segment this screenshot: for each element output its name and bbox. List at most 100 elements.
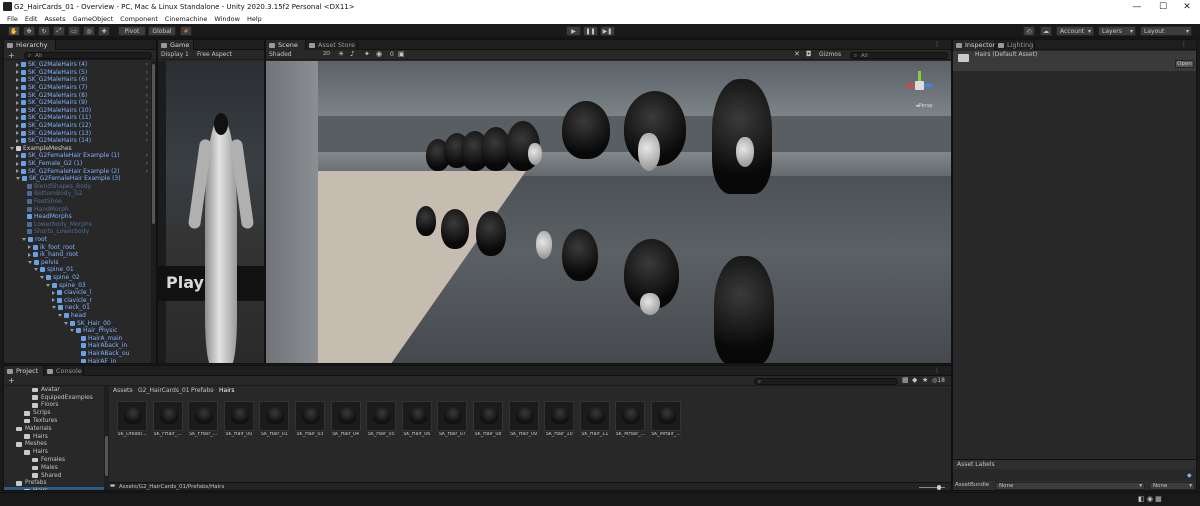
expanded-arrow-icon[interactable] bbox=[40, 276, 44, 280]
expand-arrow-icon[interactable] bbox=[52, 290, 55, 295]
aspect-dropdown[interactable]: Free Aspect bbox=[197, 51, 232, 58]
asset-thumbnail[interactable] bbox=[579, 401, 610, 431]
expand-arrow-icon[interactable] bbox=[16, 62, 19, 67]
status-icons[interactable]: ◧ ◉ ▦ bbox=[1138, 495, 1162, 503]
transform-tool-icon[interactable]: ◎ bbox=[83, 26, 95, 36]
hierarchy-row[interactable]: HairAback_in bbox=[4, 342, 150, 350]
hierarchy-row[interactable]: HeadMorphs bbox=[4, 213, 150, 221]
icon-size-slider-thumb[interactable] bbox=[937, 485, 941, 490]
lighting-tab[interactable]: Lighting bbox=[995, 40, 1035, 50]
game-tab[interactable]: Game bbox=[158, 40, 194, 50]
hierarchy-scroll-thumb[interactable] bbox=[152, 64, 155, 224]
step-button[interactable]: ▶❚ bbox=[600, 26, 615, 36]
scale-tool-icon[interactable]: ⤢ bbox=[53, 26, 65, 36]
expanded-arrow-icon[interactable] bbox=[70, 329, 74, 333]
rotate-tool-icon[interactable]: ↻ bbox=[38, 26, 50, 36]
hidden-objects-icon[interactable]: ◉ bbox=[376, 50, 382, 58]
global-toggle[interactable]: Global bbox=[148, 26, 176, 36]
menu-help[interactable]: Help bbox=[247, 15, 262, 23]
menu-component[interactable]: Component bbox=[120, 15, 158, 23]
hand-tool-icon[interactable]: ✋ bbox=[8, 26, 20, 36]
expanded-arrow-icon[interactable] bbox=[28, 260, 32, 264]
hierarchy-row[interactable]: pelvis bbox=[4, 259, 150, 267]
prefab-open-icon[interactable]: › bbox=[146, 69, 148, 76]
hierarchy-row[interactable]: SK_G2FemaleHair Example (2) › bbox=[4, 167, 150, 175]
prefab-open-icon[interactable]: › bbox=[146, 76, 148, 83]
expand-arrow-icon[interactable] bbox=[16, 123, 19, 128]
scene-2d-toggle[interactable]: 2D bbox=[323, 51, 330, 57]
hierarchy-row[interactable]: Shorts_Lowerbody bbox=[4, 228, 150, 236]
prefab-open-icon[interactable]: › bbox=[146, 168, 148, 175]
prefab-open-icon[interactable]: › bbox=[146, 114, 148, 121]
expand-arrow-icon[interactable] bbox=[16, 115, 19, 120]
expand-arrow-icon[interactable] bbox=[16, 70, 19, 75]
asset-label[interactable]: SK_Hair_10 bbox=[543, 432, 575, 437]
play-button[interactable]: ▶ bbox=[566, 26, 581, 36]
expand-arrow-icon[interactable] bbox=[16, 100, 19, 105]
prefab-open-icon[interactable]: › bbox=[146, 107, 148, 114]
orientation-gizmo[interactable] bbox=[906, 71, 934, 99]
menu-cinemachine[interactable]: Cinemachine bbox=[165, 15, 207, 23]
asset-thumbnail[interactable] bbox=[117, 401, 147, 431]
expand-arrow-icon[interactable] bbox=[16, 77, 19, 82]
asset-label[interactable]: SK_Hair_01 bbox=[258, 432, 290, 437]
hierarchy-row[interactable]: FeetShoe bbox=[4, 198, 150, 206]
expanded-arrow-icon[interactable] bbox=[64, 321, 68, 325]
layout-dropdown[interactable]: Layout ▾ bbox=[1140, 26, 1192, 36]
hierarchy-row[interactable]: SK_G2MaleHairs (5) › bbox=[4, 69, 150, 77]
asset-label[interactable]: SK_Hair_11 bbox=[579, 432, 611, 437]
effects-toggle-icon[interactable]: ✦ bbox=[364, 50, 370, 58]
asset-thumbnail[interactable] bbox=[651, 401, 681, 431]
expanded-arrow-icon[interactable] bbox=[52, 306, 56, 310]
variant-dropdown[interactable]: None ▾ bbox=[1149, 482, 1195, 490]
expanded-arrow-icon[interactable] bbox=[16, 177, 20, 181]
gizmos-dropdown[interactable]: Gizmos bbox=[819, 51, 841, 58]
asset-label[interactable]: SK_Dreadl... bbox=[116, 432, 148, 437]
custom-tool-icon[interactable]: ✚ bbox=[98, 26, 110, 36]
menu-file[interactable]: File bbox=[7, 15, 18, 23]
asset-thumbnail[interactable] bbox=[330, 401, 361, 431]
asset-thumbnail[interactable] bbox=[223, 401, 254, 431]
hierarchy-row[interactable]: SK_G2MaleHairs (4) › bbox=[4, 61, 150, 69]
hierarchy-row[interactable]: spine_01 bbox=[4, 266, 150, 274]
asset-thumbnail[interactable] bbox=[295, 401, 325, 431]
prefab-open-icon[interactable]: › bbox=[146, 84, 148, 91]
expand-arrow-icon[interactable] bbox=[16, 153, 19, 158]
maximize-button[interactable]: ☐ bbox=[1150, 0, 1176, 14]
account-dropdown[interactable]: Account ▾ bbox=[1056, 26, 1094, 36]
hierarchy-row[interactable]: SK_G2FemaleHair Example (1) › bbox=[4, 152, 150, 160]
expand-arrow-icon[interactable] bbox=[16, 131, 19, 136]
asset-label[interactable]: SK_FHair_... bbox=[152, 432, 184, 437]
camera-settings-icon[interactable]: ▣ bbox=[398, 50, 405, 58]
gizmo-center[interactable] bbox=[915, 81, 924, 90]
hierarchy-row[interactable]: SK_Hair_00 bbox=[4, 319, 150, 327]
hierarchy-row[interactable]: SK_G2MaleHairs (12) › bbox=[4, 122, 150, 130]
asset-label[interactable]: SK_MHair_... bbox=[614, 432, 646, 437]
rect-tool-icon[interactable]: ▭ bbox=[68, 26, 80, 36]
snap-icon[interactable]: # bbox=[180, 26, 192, 36]
expanded-arrow-icon[interactable] bbox=[46, 283, 50, 287]
hierarchy-row[interactable]: SK_Female_G2 (1) › bbox=[4, 160, 150, 168]
scene-search-input[interactable]: ⌕ All bbox=[850, 51, 948, 59]
prefab-open-icon[interactable]: › bbox=[146, 99, 148, 106]
scene-tab[interactable]: Scene bbox=[266, 40, 306, 50]
hierarchy-row[interactable]: ik_hand_root bbox=[4, 251, 150, 259]
hierarchy-row[interactable]: spine_02 bbox=[4, 274, 150, 282]
display-dropdown[interactable]: Display 1 bbox=[161, 51, 189, 58]
hierarchy-row[interactable]: neck_01 bbox=[4, 304, 150, 312]
game-view[interactable]: Play o bbox=[158, 61, 264, 363]
asset-thumbnail[interactable] bbox=[544, 401, 575, 431]
asset-label[interactable]: SK_Hair_07 bbox=[436, 432, 468, 437]
icon-size-slider[interactable] bbox=[919, 485, 945, 490]
asset-label[interactable]: SK_Hair_05 bbox=[365, 432, 397, 437]
assetbundle-dropdown[interactable]: None ▾ bbox=[995, 482, 1145, 490]
prefab-open-icon[interactable]: › bbox=[146, 122, 148, 129]
audio-toggle-icon[interactable]: ♪ bbox=[350, 50, 354, 58]
hierarchy-search-input[interactable]: ⌕ All bbox=[24, 51, 152, 59]
pivot-toggle[interactable]: Pivot bbox=[118, 26, 146, 36]
asset-label[interactable]: SK_Hair_08 bbox=[472, 432, 504, 437]
asset-thumbnail[interactable] bbox=[152, 401, 183, 431]
expanded-arrow-icon[interactable] bbox=[58, 314, 62, 318]
label-tag-icon[interactable]: ◆ bbox=[1187, 472, 1192, 479]
expand-arrow-icon[interactable] bbox=[16, 93, 19, 98]
